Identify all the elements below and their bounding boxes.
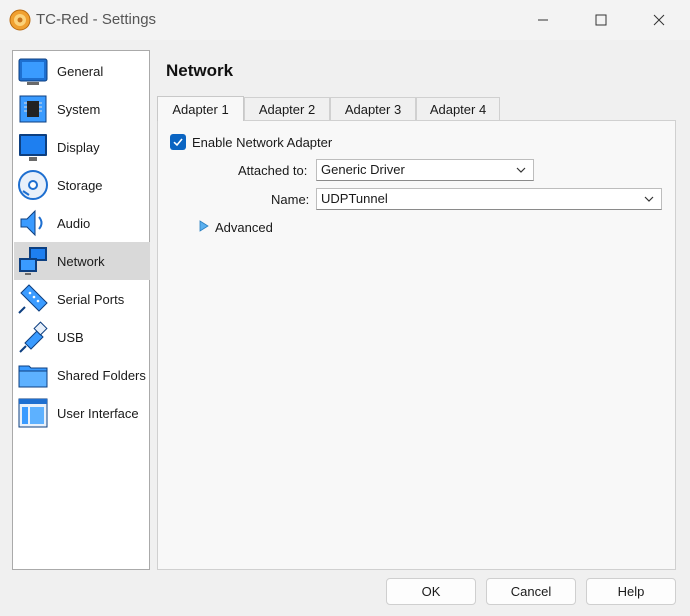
cancel-button[interactable]: Cancel xyxy=(486,578,576,605)
enable-network-adapter-label[interactable]: Enable Network Adapter xyxy=(192,135,332,150)
sidebar-item-general[interactable]: General xyxy=(14,52,150,90)
maximize-icon xyxy=(595,14,607,26)
name-label: Name: xyxy=(271,192,310,207)
name-select[interactable]: UDPTunnel xyxy=(316,188,662,210)
tab-adapter-2[interactable]: Adapter 2 xyxy=(244,97,330,121)
sidebar-item-serial-ports[interactable]: Serial Ports xyxy=(14,280,150,318)
settings-sidebar: General System Display Storage Audio Net… xyxy=(12,50,150,570)
storage-icon xyxy=(18,170,48,200)
sidebar-item-display[interactable]: Display xyxy=(14,128,150,166)
expand-arrow-icon[interactable] xyxy=(199,220,209,232)
close-icon xyxy=(653,14,665,26)
attached-to-select[interactable]: Generic Driver xyxy=(316,159,534,181)
sidebar-item-label: Network xyxy=(57,254,105,269)
sidebar-item-label: Shared Folders xyxy=(57,368,146,383)
shared-folders-icon xyxy=(18,365,48,388)
maximize-button[interactable] xyxy=(572,0,630,40)
sidebar-item-shared-folders[interactable]: Shared Folders xyxy=(14,356,150,394)
general-icon xyxy=(18,58,48,85)
sidebar-item-label: User Interface xyxy=(57,406,139,421)
page-title: Network xyxy=(166,61,234,80)
serial-ports-icon xyxy=(18,284,48,314)
virtualbox-app-icon xyxy=(9,9,31,31)
minimize-icon xyxy=(538,19,548,21)
sidebar-item-label: Serial Ports xyxy=(57,292,125,307)
name-value: UDPTunnel xyxy=(321,191,388,206)
advanced-toggle[interactable]: Advanced xyxy=(215,220,273,235)
chevron-down-icon xyxy=(644,196,654,202)
sidebar-item-system[interactable]: System xyxy=(14,90,150,128)
attached-to-value: Generic Driver xyxy=(321,162,405,177)
sidebar-item-label: USB xyxy=(57,330,84,345)
sidebar-item-usb[interactable]: USB xyxy=(14,318,150,356)
window-title: TC-Red - Settings xyxy=(36,11,157,28)
checkmark-icon xyxy=(173,138,183,147)
audio-icon xyxy=(20,209,43,237)
sidebar-item-storage[interactable]: Storage xyxy=(14,166,150,204)
system-icon xyxy=(19,95,47,123)
sidebar-item-label: Audio xyxy=(57,216,91,231)
attached-to-label: Attached to: xyxy=(238,163,308,178)
sidebar-item-network[interactable]: Network xyxy=(14,242,150,280)
tab-adapter-1[interactable]: Adapter 1 xyxy=(157,96,244,121)
close-button[interactable] xyxy=(630,0,688,40)
title-bar: TC-Red - Settings xyxy=(0,0,690,40)
network-icon xyxy=(19,247,47,275)
help-button[interactable]: Help xyxy=(586,578,676,605)
sidebar-item-label: General xyxy=(57,64,104,79)
sidebar-item-audio[interactable]: Audio xyxy=(14,204,150,242)
tab-adapter-3[interactable]: Adapter 3 xyxy=(330,97,416,121)
sidebar-item-label: Display xyxy=(57,140,100,155)
sidebar-item-label: System xyxy=(57,102,101,117)
tab-adapter-4[interactable]: Adapter 4 xyxy=(416,97,500,121)
chevron-down-icon xyxy=(516,167,526,173)
enable-network-adapter-checkbox[interactable] xyxy=(170,134,186,150)
usb-icon xyxy=(19,321,48,353)
display-icon xyxy=(19,134,47,161)
sidebar-item-label: Storage xyxy=(57,178,103,193)
minimize-button[interactable] xyxy=(514,0,572,40)
user-interface-icon xyxy=(18,398,48,428)
sidebar-item-user-interface[interactable]: User Interface xyxy=(14,394,150,432)
ok-button[interactable]: OK xyxy=(386,578,476,605)
